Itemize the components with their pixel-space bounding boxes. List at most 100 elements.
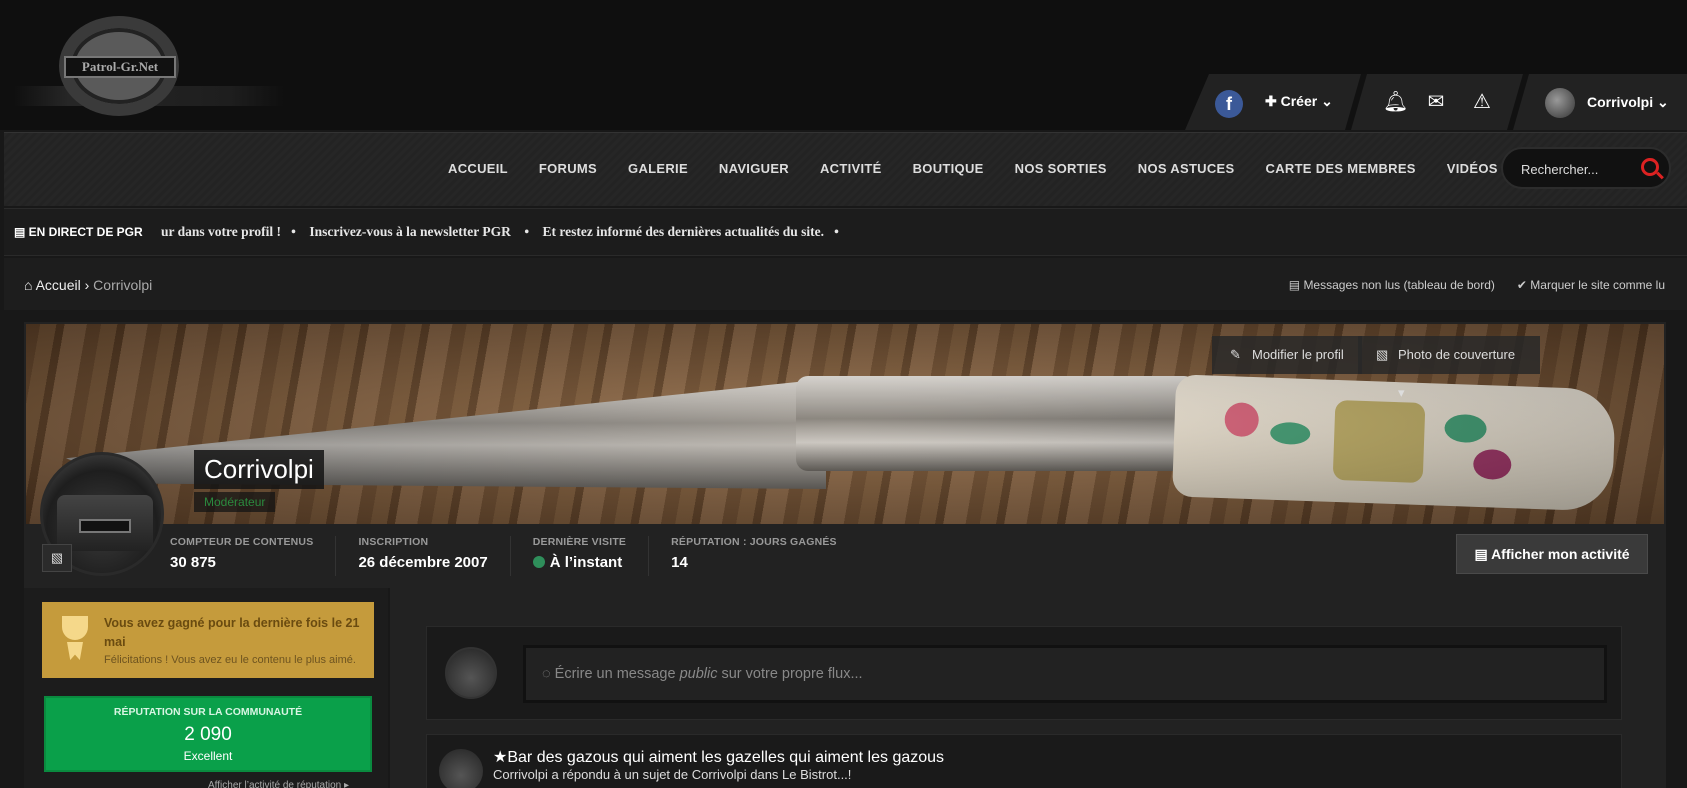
nav-item-nos-sorties[interactable]: NOS SORTIES: [1015, 161, 1107, 176]
reputation-label: RÉPUTATION SUR LA COMMUNAUTÉ: [113, 706, 303, 718]
nav-item-accueil[interactable]: ACCUEIL: [448, 161, 508, 176]
user-bar: f ✚ Créer ⌄ 🔔︎ ✉ ⚠ Corrivolpi ⌄: [1185, 74, 1687, 130]
unread-messages-link[interactable]: ▤ Messages non lus (tableau de bord): [1289, 278, 1495, 292]
stat-label: RÉPUTATION : JOURS GAGNÉS: [671, 536, 837, 548]
breadcrumb-bar: ⌂ Accueil › Corrivolpi ▤ Messages non lu…: [4, 258, 1687, 310]
home-icon: ⌂: [24, 277, 36, 293]
profile-name: Corrivolpi: [194, 450, 324, 489]
nav-item-naviguer[interactable]: NAVIGUER: [719, 161, 789, 176]
cover-photo-button[interactable]: ▧ Photo de couverture ▾: [1358, 336, 1540, 400]
ticker-label: ▤ EN DIRECT DE PGR: [14, 225, 143, 239]
breadcrumb: ⌂ Accueil › Corrivolpi: [24, 277, 152, 293]
search-input[interactable]: [1521, 159, 1631, 179]
edit-profile-label: Modifier le profil: [1252, 347, 1344, 362]
stat-joined: INSCRIPTION 26 décembre 2007: [358, 536, 511, 576]
userbar-separator: [1507, 74, 1529, 130]
envelope-icon[interactable]: ✉: [1425, 91, 1447, 113]
trophy-icon: [58, 616, 92, 662]
trophy-cup: [62, 616, 88, 640]
facebook-icon[interactable]: f: [1215, 90, 1243, 118]
reputation-value: 2 090: [184, 724, 232, 745]
trophy-ribbon: [67, 642, 83, 660]
stat-value: À l’instant: [532, 554, 626, 571]
newspaper-icon: ▤: [14, 225, 29, 239]
breadcrumb-home[interactable]: Accueil: [36, 277, 81, 293]
userbar-separator: [1345, 74, 1367, 130]
ticker-text[interactable]: ur dans votre profil ! • Inscrivez-vous …: [161, 224, 839, 240]
activity-feed-item: ★Bar des gazous qui aiment les gazelles …: [426, 734, 1622, 788]
view-activity-button[interactable]: ▤ Afficher mon activité: [1456, 534, 1648, 574]
last-visit-value: À l’instant: [549, 554, 623, 571]
chevron-down-icon: ⌄: [1317, 93, 1333, 109]
nav-item-nos-astuces[interactable]: NOS ASTUCES: [1138, 161, 1235, 176]
plus-icon: ✚: [1265, 93, 1281, 109]
status-input[interactable]: ◌ Écrire un message public sur votre pro…: [523, 645, 1607, 703]
edit-profile-button[interactable]: ✎ Modifier le profil: [1212, 336, 1362, 374]
newspaper-icon: ▤: [1474, 546, 1492, 562]
main-navigation: ACCUEIL FORUMS GALERIE NAVIGUER ACTIVITÉ…: [4, 132, 1687, 206]
stat-reputation-days: RÉPUTATION : JOURS GAGNÉS 14: [671, 536, 859, 576]
stat-label: COMPTEUR DE CONTENUS: [170, 536, 314, 548]
comment-icon: ◌: [542, 666, 555, 682]
check-icon: ✔: [1516, 278, 1531, 292]
online-status-icon: [532, 556, 545, 568]
profile-main: ◌ Écrire un message public sur votre pro…: [390, 588, 1666, 788]
top-header: Patrol-Gr.Net f ✚ Créer ⌄ 🔔︎ ✉ ⚠ Corrivo…: [0, 0, 1687, 130]
award-title: Vous avez gagné pour la dernière fois le…: [104, 616, 360, 649]
nav-item-videos[interactable]: VIDÉOS: [1447, 161, 1498, 176]
feed-title-text: Bar des gazous qui aiment les gazelles q…: [507, 749, 945, 766]
breadcrumb-current: Corrivolpi: [93, 277, 153, 293]
news-ticker: ▤ EN DIRECT DE PGR ur dans votre profil …: [4, 208, 1687, 256]
profile-role: Modérateur: [194, 492, 276, 512]
mark-site-read-label: Marquer le site comme lu: [1530, 278, 1665, 292]
nav-item-galerie[interactable]: GALERIE: [628, 161, 688, 176]
status-suffix: sur votre propre flux...: [717, 666, 863, 682]
feed-avatar[interactable]: [439, 749, 483, 788]
stat-label: INSCRIPTION: [358, 536, 429, 548]
stat-value: 30 875: [170, 554, 216, 571]
breadcrumb-actions: ▤ Messages non lus (tableau de bord) ✔ M…: [1289, 278, 1665, 292]
bell-icon[interactable]: 🔔︎: [1383, 91, 1408, 113]
caret-down-icon: ▾: [1398, 385, 1405, 400]
nav-item-activite[interactable]: ACTIVITÉ: [820, 161, 882, 176]
feed-title[interactable]: ★Bar des gazous qui aiment les gazelles …: [493, 747, 944, 767]
feed-subtitle: Corrivolpi a répondu à un sujet de Corri…: [493, 767, 852, 782]
chevron-down-icon: ⌄: [1653, 94, 1669, 110]
profile-header: ✎ Modifier le profil ▧ Photo de couverture…: [24, 322, 1666, 588]
award-subtitle: Félicitations ! Vous avez eu le contenu …: [104, 654, 356, 666]
search-icon[interactable]: [1641, 158, 1659, 176]
change-avatar-icon[interactable]: ▧: [42, 544, 72, 572]
newspaper-icon: ▤: [1288, 278, 1304, 292]
composer-avatar: [445, 647, 497, 699]
nav-item-boutique[interactable]: BOUTIQUE: [913, 161, 984, 176]
cover-photo-label: Photo de couverture: [1398, 347, 1516, 362]
profile-stats: COMPTEUR DE CONTENUS 30 875 INSCRIPTION …: [170, 536, 881, 576]
mark-site-read-link[interactable]: ✔ Marquer le site comme lu: [1517, 278, 1665, 292]
create-menu-button[interactable]: ✚ Créer ⌄: [1265, 93, 1333, 110]
create-label: Créer: [1280, 93, 1318, 109]
leaderboard-award: Vous avez gagné pour la dernière fois le…: [42, 602, 374, 678]
reputation-activity-link[interactable]: Afficher l’activité de réputation ▸: [208, 780, 349, 788]
stat-last-visit: DERNIÈRE VISITE À l’instant: [532, 536, 650, 576]
status-composer: ◌ Écrire un message public sur votre pro…: [426, 626, 1622, 720]
view-activity-label: Afficher mon activité: [1491, 546, 1630, 562]
username-label: Corrivolpi: [1587, 94, 1654, 110]
search-box: [1501, 147, 1671, 189]
image-icon: ▧: [1376, 347, 1389, 362]
logo-plate: Patrol-Gr.Net: [64, 56, 176, 78]
ticker-label-text: EN DIRECT DE PGR: [28, 225, 143, 239]
reputation-level: Excellent: [183, 749, 233, 763]
pencil-icon: ✎: [1230, 347, 1241, 362]
user-menu-button[interactable]: Corrivolpi ⌄: [1587, 94, 1669, 111]
warning-icon[interactable]: ⚠: [1471, 91, 1493, 113]
user-avatar[interactable]: [1545, 88, 1575, 118]
nav-item-carte-des-membres[interactable]: CARTE DES MEMBRES: [1266, 161, 1416, 176]
unread-messages-label: Messages non lus (tableau de bord): [1303, 278, 1495, 292]
nav-item-forums[interactable]: FORUMS: [539, 161, 597, 176]
stat-label: DERNIÈRE VISITE: [532, 536, 627, 548]
site-logo[interactable]: Patrol-Gr.Net: [14, 12, 284, 120]
reputation-badge: RÉPUTATION SUR LA COMMUNAUTÉ 2 090 Excel…: [44, 696, 372, 772]
star-icon: ★: [493, 749, 508, 766]
chevron-right-icon: ›: [84, 277, 94, 293]
status-emphasis: public: [679, 666, 718, 682]
